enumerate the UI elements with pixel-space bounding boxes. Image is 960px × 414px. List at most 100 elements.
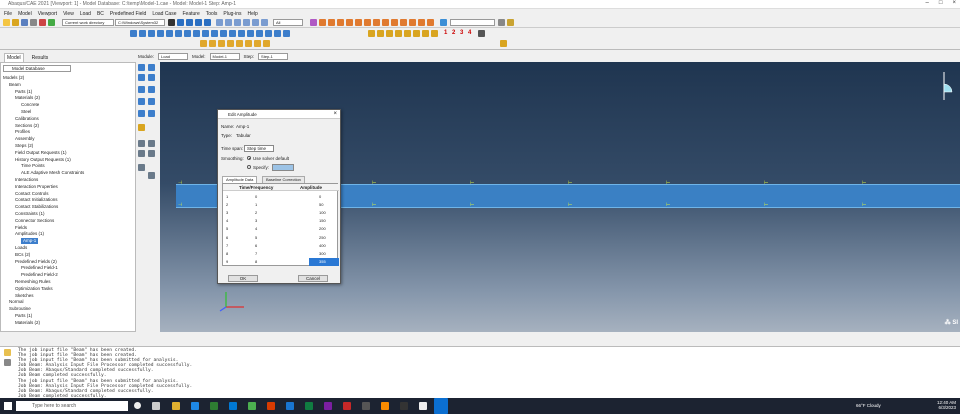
menu-bc[interactable]: BC: [97, 11, 104, 17]
wireframe-icon[interactable]: [337, 19, 344, 26]
tree-item[interactable]: Sketches: [15, 293, 34, 299]
output-request-icon[interactable]: [139, 30, 146, 37]
app3-icon[interactable]: [419, 402, 427, 410]
time-cell[interactable]: 0: [255, 194, 257, 199]
kernel-command-icon[interactable]: [4, 359, 11, 366]
interaction-icon[interactable]: [202, 30, 209, 37]
clock[interactable]: 12:40 AM 6/3/2023: [937, 400, 956, 410]
amplitude-cell[interactable]: 400: [319, 243, 326, 248]
display-options-icon[interactable]: [409, 19, 416, 26]
tree-item[interactable]: Amp-1: [21, 238, 39, 245]
tree-item[interactable]: History Output Requests (1): [15, 157, 71, 163]
amplitude-cell[interactable]: 250: [319, 235, 326, 240]
ok-button[interactable]: OK: [228, 275, 258, 282]
dialog-close-icon[interactable]: ×: [333, 110, 337, 119]
tree-item[interactable]: Remeshing Rules: [15, 279, 51, 285]
assembly-defaults-select[interactable]: [450, 19, 495, 26]
tree-item[interactable]: Contact Controls: [15, 191, 49, 197]
amplitude-cell[interactable]: 0: [319, 194, 321, 199]
partition-face-icon[interactable]: [138, 164, 145, 171]
query-icon[interactable]: [427, 19, 434, 26]
load-manager-icon[interactable]: [166, 30, 173, 37]
annotation-icon[interactable]: [263, 40, 270, 47]
timespan-select[interactable]: Step time: [244, 145, 274, 152]
pan-icon[interactable]: [177, 19, 184, 26]
create-bc-tool-icon[interactable]: [138, 86, 145, 93]
time-cell[interactable]: 2: [255, 210, 257, 215]
tree-item[interactable]: Contact Initializations: [15, 197, 58, 203]
tree-item[interactable]: Predefined Fields (2): [15, 259, 57, 265]
tree-item[interactable]: Calibrations: [15, 116, 39, 122]
menu-load-case[interactable]: Load Case: [152, 11, 176, 17]
datum-point-icon[interactable]: [138, 140, 145, 147]
tab-model[interactable]: Model: [4, 53, 24, 62]
tree-item[interactable]: Materials (2): [15, 320, 40, 326]
table-row[interactable]: 4 3 150: [223, 217, 339, 225]
windows-start-icon[interactable]: [4, 402, 12, 410]
hidden-line-icon[interactable]: [346, 19, 353, 26]
time-cell[interactable]: 5: [255, 235, 257, 240]
menu-view[interactable]: View: [63, 11, 74, 17]
specify-input[interactable]: [272, 164, 294, 171]
menu-feature[interactable]: Feature: [183, 11, 200, 17]
predefined-field-icon[interactable]: [184, 30, 191, 37]
tree-item[interactable]: Concrete: [21, 102, 39, 108]
perspective-icon[interactable]: [364, 19, 371, 26]
step-list-icon[interactable]: [148, 64, 155, 71]
field-list-icon[interactable]: [148, 98, 155, 105]
time-cell[interactable]: 3: [255, 218, 257, 223]
tab-baseline-correction[interactable]: Baseline Correction: [262, 176, 305, 183]
module-select[interactable]: Load: [158, 52, 189, 60]
time-cell[interactable]: 7: [255, 251, 257, 256]
step-manager-icon[interactable]: [130, 30, 137, 37]
view-number-2[interactable]: 2: [452, 30, 455, 36]
table-row[interactable]: 2 1 50: [223, 200, 339, 208]
taskbar-search-input[interactable]: Type here to search: [16, 401, 128, 411]
tab-results[interactable]: Results: [30, 54, 51, 62]
create-load-icon[interactable]: [368, 30, 375, 37]
store-icon[interactable]: [229, 402, 237, 410]
tree-item[interactable]: Connector Sections: [15, 218, 54, 224]
history-output-icon[interactable]: [157, 30, 164, 37]
tree-item[interactable]: Assembly: [15, 136, 35, 142]
create-step-icon[interactable]: [138, 64, 145, 71]
assembly-display-icon[interactable]: [440, 19, 447, 26]
teams-icon[interactable]: [324, 402, 332, 410]
tree-item[interactable]: Predefined Field-2: [21, 272, 58, 278]
amplitude-cell[interactable]: 150: [319, 218, 326, 223]
tree-item[interactable]: BCs (2): [15, 252, 30, 258]
compass-icon[interactable]: [936, 70, 956, 106]
sphere-icon[interactable]: [209, 40, 216, 47]
menu-help[interactable]: Help: [248, 11, 258, 17]
light-icon[interactable]: [382, 19, 389, 26]
iso-view-icon[interactable]: [216, 19, 223, 26]
zoom-icon[interactable]: [186, 19, 193, 26]
set-icon[interactable]: [283, 30, 290, 37]
tree-item[interactable]: Sections (2): [15, 123, 39, 129]
view-number-4[interactable]: 4: [468, 30, 471, 36]
tree-item[interactable]: Interactions: [15, 177, 38, 183]
time-cell[interactable]: 1: [255, 202, 257, 207]
side-view-icon[interactable]: [234, 19, 241, 26]
feature-edges-icon[interactable]: [355, 19, 362, 26]
load-list-icon[interactable]: [148, 74, 155, 81]
constraint-icon[interactable]: [211, 30, 218, 37]
specify-radio[interactable]: [247, 165, 251, 169]
undo-icon[interactable]: [39, 19, 46, 26]
edit-bc-icon[interactable]: [395, 30, 402, 37]
load-case-tool-icon[interactable]: [138, 110, 145, 117]
table-row[interactable]: 7 6 400: [223, 241, 339, 249]
weather-text[interactable]: 66°F Cloudy: [856, 403, 881, 408]
menu-plugins[interactable]: Plug-ins: [223, 11, 241, 17]
new-file-icon[interactable]: [3, 19, 10, 26]
amplitude-cell[interactable]: 300: [319, 251, 326, 256]
table-row[interactable]: 9 8 355: [223, 257, 339, 266]
model-select[interactable]: Model-1: [209, 52, 240, 60]
datum-csys-icon[interactable]: [148, 150, 155, 157]
color-icon[interactable]: [227, 40, 234, 47]
edit-tool-icon[interactable]: [138, 124, 145, 131]
tree-item[interactable]: Parts (1): [15, 89, 32, 95]
tree-item[interactable]: Parts (1): [15, 313, 32, 319]
tree-item[interactable]: Optimization Tasks: [15, 286, 53, 292]
color-mapping-icon[interactable]: [507, 19, 514, 26]
